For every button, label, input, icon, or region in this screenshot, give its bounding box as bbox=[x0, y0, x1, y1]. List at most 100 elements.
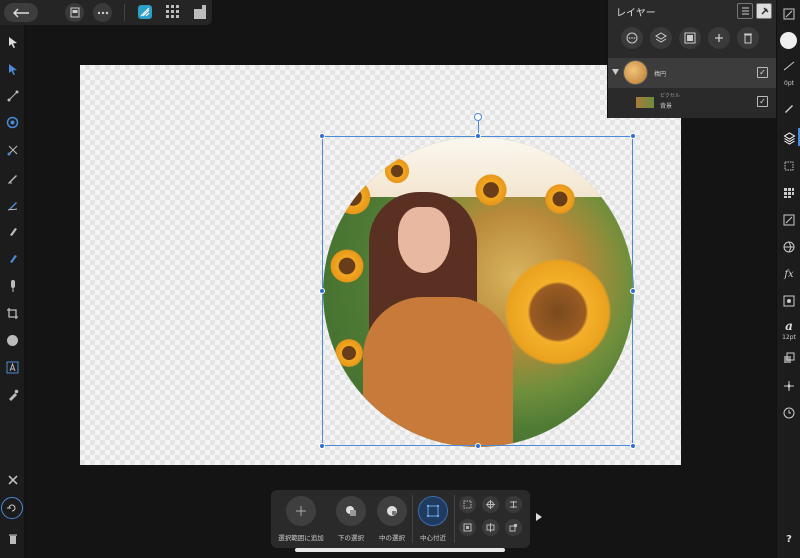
resize-handle[interactable] bbox=[630, 443, 636, 449]
mask-layer-button[interactable] bbox=[679, 27, 701, 49]
color-swatch[interactable] bbox=[780, 32, 797, 49]
document-button[interactable] bbox=[65, 3, 84, 22]
arrow-left-icon bbox=[13, 8, 29, 17]
trash-icon bbox=[744, 33, 752, 44]
delete-layer-button[interactable] bbox=[737, 27, 759, 49]
corner-tool[interactable] bbox=[4, 87, 21, 104]
target-icon bbox=[486, 500, 495, 509]
pin-panel-button[interactable] bbox=[756, 3, 772, 19]
history-studio-button[interactable] bbox=[781, 405, 797, 421]
styles-button[interactable] bbox=[781, 293, 797, 309]
top-toolbar bbox=[0, 0, 212, 25]
grid-icon[interactable] bbox=[165, 4, 181, 20]
contour-tool[interactable] bbox=[4, 114, 21, 131]
aperture-icon bbox=[783, 241, 795, 253]
appearance-button[interactable] bbox=[781, 239, 797, 255]
designer-persona-icon[interactable] bbox=[137, 4, 153, 20]
character-button[interactable] bbox=[781, 350, 797, 366]
corner-snap-icon bbox=[509, 524, 517, 532]
transform-studio-button[interactable] bbox=[781, 212, 797, 228]
back-button[interactable] bbox=[4, 3, 38, 22]
transform-tool[interactable] bbox=[4, 141, 21, 158]
add-layer-button[interactable] bbox=[708, 27, 730, 49]
constraints-button[interactable] bbox=[781, 378, 797, 394]
layer-group-button[interactable] bbox=[650, 27, 672, 49]
resize-handle[interactable] bbox=[475, 443, 481, 449]
node-tool[interactable] bbox=[4, 60, 21, 77]
move-tool[interactable] bbox=[4, 33, 21, 50]
snap-option-button[interactable] bbox=[482, 496, 499, 513]
snapping-icon[interactable] bbox=[192, 4, 208, 20]
layer-row-ellipse[interactable]: 楕円 ✓ bbox=[608, 58, 777, 88]
stroke-button[interactable] bbox=[781, 58, 797, 74]
text-styles-icon[interactable]: a bbox=[781, 318, 797, 334]
transform-icon bbox=[7, 145, 17, 155]
ellipsis-icon bbox=[97, 11, 108, 14]
pointer-icon bbox=[8, 36, 17, 48]
layer-visibility-checkbox[interactable]: ✓ bbox=[757, 67, 768, 78]
divider bbox=[454, 495, 455, 543]
layers-studio-button[interactable] bbox=[781, 130, 797, 146]
ellipse-tool[interactable] bbox=[4, 332, 21, 349]
context-toolbar: 選択範囲に追加 下の選択 中の選択 中心付近 bbox=[271, 490, 530, 548]
add-to-selection-button[interactable] bbox=[286, 496, 316, 526]
fx-icon[interactable]: fx bbox=[781, 266, 797, 282]
navigator-icon bbox=[783, 8, 795, 20]
vector-brush-tool[interactable] bbox=[4, 223, 21, 240]
navigator-button[interactable] bbox=[781, 6, 797, 22]
resize-handle[interactable] bbox=[319, 133, 325, 139]
bounding-box-icon bbox=[463, 500, 472, 509]
help-button[interactable]: ? bbox=[781, 531, 797, 547]
color-picker-tool[interactable] bbox=[4, 386, 21, 403]
brush-icon bbox=[785, 105, 793, 113]
eyedropper-icon bbox=[8, 389, 18, 401]
text-tool[interactable] bbox=[4, 359, 21, 376]
snap-option-button[interactable] bbox=[505, 519, 522, 536]
pen-tool[interactable] bbox=[4, 169, 21, 186]
expand-arrow-icon[interactable] bbox=[612, 69, 619, 75]
layer-thumbnail bbox=[623, 60, 648, 85]
layers-panel: レイヤー 楕円 ✓ ピクセル 背景 ✓ bbox=[607, 0, 777, 118]
resize-handle[interactable] bbox=[475, 133, 481, 139]
resize-handle[interactable] bbox=[319, 443, 325, 449]
plus-icon bbox=[296, 506, 306, 516]
right-toolbar: 0pt fx a 12pt ? bbox=[776, 0, 800, 558]
corner-icon bbox=[7, 90, 18, 101]
select-below-button[interactable] bbox=[336, 496, 366, 526]
layers-icon bbox=[655, 32, 667, 43]
swatches-button[interactable] bbox=[781, 185, 797, 201]
layer-options-button[interactable] bbox=[621, 27, 643, 49]
pencil-tool[interactable] bbox=[4, 196, 21, 213]
toolbar-expand-arrow-icon[interactable] bbox=[536, 513, 542, 521]
more-button[interactable] bbox=[93, 3, 112, 22]
node-pointer-icon bbox=[8, 63, 17, 75]
brushes-button[interactable] bbox=[781, 100, 797, 116]
resize-handle[interactable] bbox=[630, 133, 636, 139]
left-toolbar bbox=[0, 25, 25, 558]
font-size-label: 12pt bbox=[782, 334, 796, 341]
clock-icon bbox=[783, 407, 795, 419]
delete-button[interactable] bbox=[4, 530, 21, 547]
panel-menu-button[interactable] bbox=[737, 3, 753, 19]
close-button[interactable] bbox=[4, 471, 21, 488]
transparency-tool[interactable] bbox=[4, 277, 21, 294]
layer-row-pixel[interactable]: ピクセル 背景 ✓ bbox=[608, 88, 777, 116]
transparency-icon bbox=[10, 279, 15, 292]
center-icon bbox=[426, 504, 440, 518]
resize-handle[interactable] bbox=[319, 288, 325, 294]
fill-tool[interactable] bbox=[4, 250, 21, 267]
select-inside-button[interactable] bbox=[377, 496, 407, 526]
history-button[interactable] bbox=[1, 497, 23, 519]
layer-visibility-checkbox[interactable]: ✓ bbox=[757, 96, 768, 107]
crop-tool[interactable] bbox=[4, 305, 21, 322]
resize-handle[interactable] bbox=[630, 288, 636, 294]
snap-option-button[interactable] bbox=[482, 519, 499, 536]
center-near-button[interactable] bbox=[418, 496, 448, 526]
effects-button[interactable] bbox=[781, 158, 797, 174]
selection-bounding-box bbox=[322, 136, 633, 446]
snap-option-button[interactable] bbox=[459, 496, 476, 513]
snap-option-button[interactable] bbox=[505, 496, 522, 513]
rotation-handle[interactable] bbox=[474, 113, 482, 121]
adjustments-icon bbox=[784, 161, 794, 171]
snap-option-button[interactable] bbox=[459, 519, 476, 536]
